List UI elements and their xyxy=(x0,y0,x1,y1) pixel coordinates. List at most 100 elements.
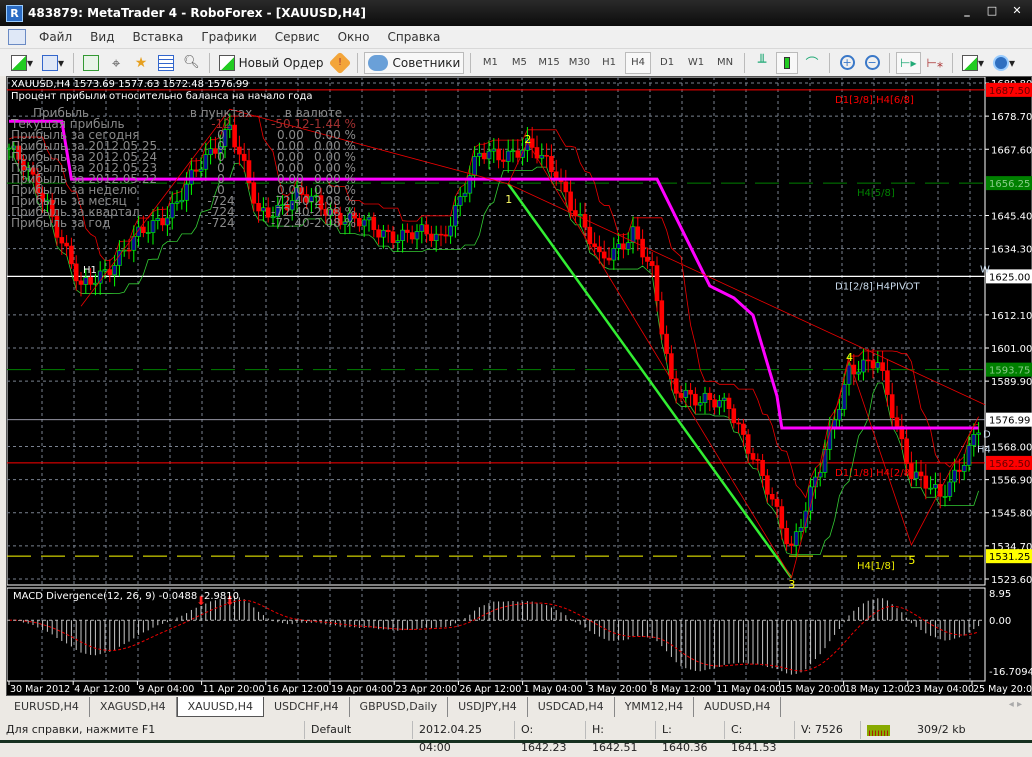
bull-candle xyxy=(414,231,420,240)
bear-candle xyxy=(649,261,655,266)
timeframe-mn[interactable]: MN xyxy=(712,52,738,74)
timeframe-w1[interactable]: W1 xyxy=(683,52,709,74)
bear-candle xyxy=(769,493,775,500)
timeframe-m5[interactable]: M5 xyxy=(506,52,532,74)
terminal-button[interactable] xyxy=(155,52,177,74)
bull-candle xyxy=(721,397,727,401)
bull-candle xyxy=(448,225,453,237)
connection-icon xyxy=(861,721,911,739)
app-logo-icon: R xyxy=(6,4,23,22)
bull-candle xyxy=(433,233,439,241)
tab-scroll-arrows[interactable]: ◂ ▸ xyxy=(1009,699,1022,710)
profiles-button[interactable]: ▾ xyxy=(39,52,67,74)
bear-candle xyxy=(69,245,74,265)
bull-candle xyxy=(793,531,799,546)
bull-candle xyxy=(697,402,703,406)
macd-tick-label: -16.7094 xyxy=(989,667,1032,678)
bull-candle xyxy=(486,150,492,160)
chart-tab[interactable]: USDJPY,H4 xyxy=(448,697,528,717)
bear-candle xyxy=(688,389,693,395)
candlestick-button[interactable] xyxy=(776,51,799,74)
bull-candle xyxy=(846,364,852,385)
zoom-in-button[interactable]: + xyxy=(836,52,858,74)
bear-candle xyxy=(549,156,554,173)
menu-help[interactable]: Справка xyxy=(379,30,450,44)
bear-candle xyxy=(582,214,588,228)
bull-candle xyxy=(539,154,545,159)
menu-tools[interactable]: Сервис xyxy=(266,30,329,44)
chart-tab[interactable]: XAUUSD,H4 xyxy=(176,697,264,717)
tester-button[interactable]: 🔍︎ xyxy=(180,52,203,74)
bear-candle xyxy=(904,438,909,464)
bear-candle xyxy=(515,150,521,158)
bear-candle xyxy=(712,399,717,408)
bear-candle xyxy=(568,191,573,211)
maximize-button[interactable]: □ xyxy=(981,4,1003,20)
bear-candle xyxy=(385,229,391,233)
bull-candle xyxy=(381,229,386,238)
new-chart-button[interactable]: ▾ xyxy=(8,52,36,74)
chart-window-icon[interactable] xyxy=(8,29,26,45)
bear-candle xyxy=(597,246,602,253)
chart-tab[interactable]: USDCHF,H4 xyxy=(264,697,350,717)
warning-icon: ! xyxy=(329,51,352,74)
menu-view[interactable]: Вид xyxy=(81,30,123,44)
bull-candle xyxy=(952,469,957,483)
bull-candle xyxy=(875,362,881,369)
new-order-icon xyxy=(218,54,235,71)
minimize-button[interactable]: _ xyxy=(956,4,978,20)
chart-tab[interactable]: YMM12,H4 xyxy=(615,697,695,717)
time-label: 11 May 04:00 xyxy=(716,684,781,695)
price-tick-label: 1589.90 xyxy=(991,377,1032,388)
chart-tab[interactable]: GBPUSD,Daily xyxy=(350,697,449,717)
navigator-button[interactable]: ★ xyxy=(130,52,152,74)
periods-button[interactable]: ▾ xyxy=(990,52,1018,74)
chart-tab[interactable]: USDCAD,H4 xyxy=(528,697,615,717)
auto-scroll-button[interactable]: ⊢▸ xyxy=(896,51,921,74)
side-marker: D xyxy=(983,430,991,441)
market-watch-icon xyxy=(83,54,100,71)
bear-candle xyxy=(601,251,607,259)
chart-tab[interactable]: AUDUSD,H4 xyxy=(694,697,782,717)
menu-file[interactable]: Файл xyxy=(30,30,81,44)
chart-tab[interactable]: EURUSD,H4 xyxy=(4,697,90,717)
expert-advisors-button[interactable]: Советники xyxy=(364,51,465,74)
market-watch-button[interactable] xyxy=(80,52,102,74)
templates-button[interactable]: ▾ xyxy=(959,52,987,74)
bull-candle xyxy=(145,232,151,234)
line-chart-button[interactable]: ⌒ xyxy=(801,52,823,74)
timeframe-h1[interactable]: H1 xyxy=(596,52,622,74)
bull-candle xyxy=(861,359,866,373)
time-label: 23 Apr 20:00 xyxy=(395,684,457,695)
bull-candle xyxy=(491,148,497,152)
timeframe-d1[interactable]: D1 xyxy=(654,52,680,74)
timeframe-h4[interactable]: H4 xyxy=(625,51,652,74)
chart-window[interactable]: 1689.801678.701667.601645.401634.301612.… xyxy=(6,76,1032,696)
folder-star-icon: ★ xyxy=(134,54,148,71)
level-price-value: 1656.25 xyxy=(989,179,1030,190)
close-button[interactable]: ✕ xyxy=(1006,4,1028,20)
data-window-button[interactable]: ⌖ xyxy=(105,52,127,74)
status-traffic: 309/2 kb xyxy=(917,723,966,736)
bear-candle xyxy=(894,417,900,427)
timeframe-m15[interactable]: M15 xyxy=(535,52,562,74)
bear-candle xyxy=(621,243,626,250)
menu-window[interactable]: Окно xyxy=(329,30,379,44)
chart-shift-button[interactable]: ⊢⁎ xyxy=(924,52,946,74)
menu-insert[interactable]: Вставка xyxy=(123,30,192,44)
alert-button[interactable]: ! xyxy=(329,51,352,74)
bear-candle xyxy=(726,397,732,410)
zoom-out-button[interactable]: − xyxy=(861,52,883,74)
new-order-button[interactable]: Новый Ордер xyxy=(216,52,327,74)
new-chart-icon xyxy=(11,54,27,71)
timeframe-m30[interactable]: M30 xyxy=(566,52,593,74)
wave-label: 4 xyxy=(846,351,853,364)
chart-tab[interactable]: XAGUSD,H4 xyxy=(90,697,177,717)
timeframe-m1[interactable]: M1 xyxy=(477,52,503,74)
bull-candle xyxy=(400,229,405,241)
bear-candle xyxy=(889,394,895,418)
bear-candle xyxy=(544,154,549,157)
menu-charts[interactable]: Графики xyxy=(192,30,265,44)
bar-chart-button[interactable]: ╨ xyxy=(751,52,773,74)
status-time: 2012.04.25 04:00 xyxy=(413,721,515,754)
